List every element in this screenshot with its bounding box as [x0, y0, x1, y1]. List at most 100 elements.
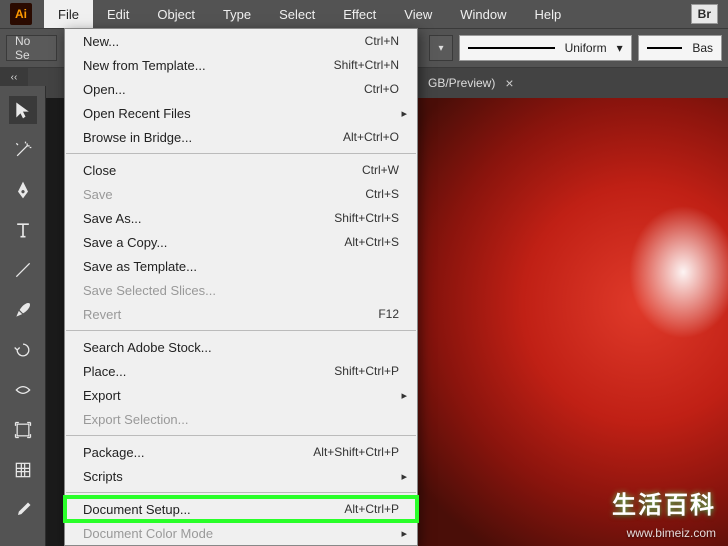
submenu-arrow-icon: ▸ [401, 527, 407, 540]
submenu-arrow-icon: ▸ [401, 470, 407, 483]
menu-item-label: Export [83, 388, 399, 403]
document-tab-title: GB/Preview) [428, 76, 495, 90]
selection-dropdown[interactable]: No Se [6, 35, 57, 61]
menu-item-new-from-template[interactable]: New from Template...Shift+Ctrl+N [65, 53, 417, 77]
menu-item-shortcut: Alt+Ctrl+P [344, 502, 399, 516]
more-dropdown[interactable]: ▾ [429, 35, 453, 61]
menu-item-shortcut: Ctrl+S [365, 187, 399, 201]
menu-item-open[interactable]: Open...Ctrl+O [65, 77, 417, 101]
menu-item-new[interactable]: New...Ctrl+N [65, 29, 417, 53]
stroke-line-preview [468, 47, 555, 49]
menubar: Ai File Edit Object Type Select Effect V… [0, 0, 728, 28]
menu-effect[interactable]: Effect [329, 0, 390, 28]
menu-item-label: New from Template... [83, 58, 334, 73]
chevron-down-icon: ▾ [438, 43, 443, 54]
menu-item-shortcut: Alt+Ctrl+S [344, 235, 399, 249]
menu-type[interactable]: Type [209, 0, 265, 28]
menu-item-export[interactable]: Export▸ [65, 383, 417, 407]
menu-item-label: Save as Template... [83, 259, 399, 274]
menu-item-document-setup[interactable]: Document Setup...Alt+Ctrl+P [65, 497, 417, 521]
menu-object[interactable]: Object [143, 0, 209, 28]
menu-view[interactable]: View [390, 0, 446, 28]
eyedropper-tool[interactable] [9, 496, 37, 524]
menu-item-label: Revert [83, 307, 378, 322]
menu-item-save-as-template[interactable]: Save as Template... [65, 254, 417, 278]
menu-file[interactable]: File [44, 0, 93, 28]
document-tab[interactable]: GB/Preview) × [420, 68, 522, 98]
menu-item-close[interactable]: CloseCtrl+W [65, 158, 417, 182]
submenu-arrow-icon: ▸ [401, 389, 407, 402]
menu-item-label: Document Setup... [83, 502, 344, 517]
menu-item-label: Save a Copy... [83, 235, 344, 250]
menu-item-label: Place... [83, 364, 334, 379]
type-tool[interactable] [9, 216, 37, 244]
menu-item-label: Document Color Mode [83, 526, 399, 541]
bridge-badge[interactable]: Br [691, 4, 718, 24]
menu-item-shortcut: Ctrl+O [364, 82, 399, 96]
menu-item-label: Search Adobe Stock... [83, 340, 399, 355]
menu-item-label: Package... [83, 445, 313, 460]
menu-item-place[interactable]: Place...Shift+Ctrl+P [65, 359, 417, 383]
menu-item-shortcut: Shift+Ctrl+N [334, 58, 399, 72]
app-logo-ai: Ai [10, 3, 32, 25]
menu-item-label: Export Selection... [83, 412, 399, 427]
menu-item-shortcut: F12 [378, 307, 399, 321]
menu-item-label: Open... [83, 82, 364, 97]
menu-item-save-a-copy[interactable]: Save a Copy...Alt+Ctrl+S [65, 230, 417, 254]
menu-separator [66, 153, 416, 154]
menu-item-browse-in-bridge[interactable]: Browse in Bridge...Alt+Ctrl+O [65, 125, 417, 149]
width-tool[interactable] [9, 376, 37, 404]
mesh-tool[interactable] [9, 456, 37, 484]
menu-item-search-adobe-stock[interactable]: Search Adobe Stock... [65, 335, 417, 359]
menu-select[interactable]: Select [265, 0, 329, 28]
close-icon[interactable]: × [505, 75, 513, 91]
menu-item-label: Save [83, 187, 365, 202]
menu-item-label: Close [83, 163, 362, 178]
stroke-profile-label: Uniform [565, 41, 607, 55]
document-image[interactable] [416, 98, 728, 546]
magic-wand-tool[interactable] [9, 136, 37, 164]
menu-item-save-selected-slices: Save Selected Slices... [65, 278, 417, 302]
menu-item-label: Save As... [83, 211, 334, 226]
menu-item-label: New... [83, 34, 365, 49]
menu-item-shortcut: Ctrl+N [365, 34, 399, 48]
menu-item-label: Save Selected Slices... [83, 283, 399, 298]
menu-separator [66, 435, 416, 436]
menu-item-label: Browse in Bridge... [83, 130, 343, 145]
menu-window[interactable]: Window [446, 0, 520, 28]
free-transform-tool[interactable] [9, 416, 37, 444]
selection-label: No Se [15, 34, 48, 62]
submenu-arrow-icon: ▸ [401, 107, 407, 120]
menu-item-document-color-mode: Document Color Mode▸ [65, 521, 417, 545]
menu-item-package[interactable]: Package...Alt+Shift+Ctrl+P [65, 440, 417, 464]
brush-dropdown[interactable]: Bas [638, 35, 722, 61]
pen-tool[interactable] [9, 176, 37, 204]
watermark-cn: 生活百科 [612, 485, 716, 520]
panel-collapse-toggle[interactable]: ‹‹ [0, 68, 28, 86]
menu-item-label: Scripts [83, 469, 399, 484]
menu-edit[interactable]: Edit [93, 0, 143, 28]
menu-item-shortcut: Shift+Ctrl+S [334, 211, 399, 225]
rotate-tool[interactable] [9, 336, 37, 364]
menu-item-export-selection: Export Selection... [65, 407, 417, 431]
menu-item-shortcut: Shift+Ctrl+P [334, 364, 399, 378]
tool-panel [0, 86, 46, 546]
menu-item-scripts[interactable]: Scripts▸ [65, 464, 417, 488]
watermark-url: www.bimeiz.com [627, 526, 716, 540]
menu-help[interactable]: Help [520, 0, 575, 28]
menu-item-save: SaveCtrl+S [65, 182, 417, 206]
line-tool[interactable] [9, 256, 37, 284]
chevron-down-icon: ▾ [617, 41, 623, 55]
file-dropdown-menu: New...Ctrl+NNew from Template...Shift+Ct… [64, 28, 418, 546]
menu-item-shortcut: Ctrl+W [362, 163, 399, 177]
stroke-profile-dropdown[interactable]: Uniform ▾ [459, 35, 632, 61]
menu-item-save-as[interactable]: Save As...Shift+Ctrl+S [65, 206, 417, 230]
menu-item-revert: RevertF12 [65, 302, 417, 326]
menu-item-shortcut: Alt+Shift+Ctrl+P [313, 445, 399, 459]
selection-tool[interactable] [9, 96, 37, 124]
menu-separator [66, 492, 416, 493]
menu-item-open-recent-files[interactable]: Open Recent Files▸ [65, 101, 417, 125]
brush-line-preview [647, 47, 683, 49]
paintbrush-tool[interactable] [9, 296, 37, 324]
menu-item-label: Open Recent Files [83, 106, 399, 121]
